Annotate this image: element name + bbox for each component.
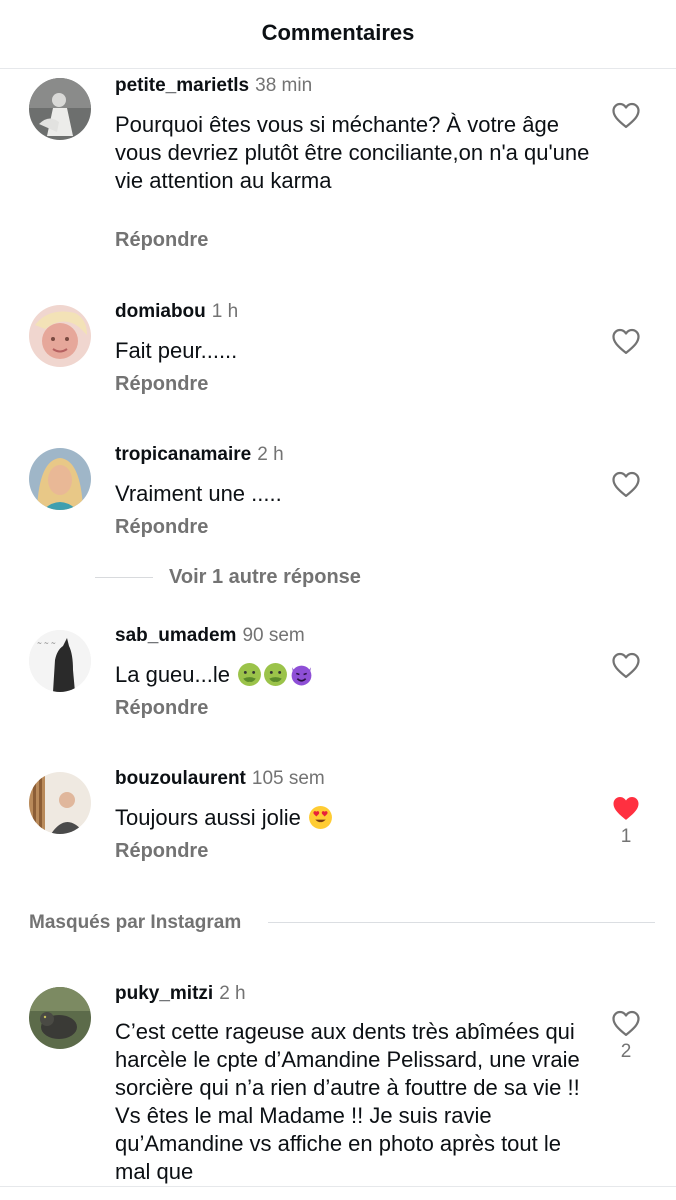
- heart-eyes-face-icon: [309, 806, 332, 829]
- like-button[interactable]: [606, 101, 646, 129]
- nauseated-face-icon: [238, 663, 262, 686]
- like-button[interactable]: 2: [606, 1009, 646, 1063]
- comment-text: C’est cette rageuse aux dents très abîmé…: [115, 1019, 580, 1184]
- heart-outline-icon: [612, 102, 640, 128]
- nauseated-face-icon: [264, 663, 288, 686]
- comment-username[interactable]: petite_marietls: [115, 75, 249, 96]
- avatar[interactable]: ~ ~ ~: [29, 630, 91, 692]
- reply-button[interactable]: Répondre: [115, 840, 208, 863]
- comment-meta: puky_mitzi 2 h: [115, 983, 246, 1005]
- avatar[interactable]: [29, 987, 91, 1049]
- divider: [268, 922, 655, 923]
- comments-sheet: Commentaires petite_marietls 38 min Pourq…: [0, 0, 676, 1200]
- comment-item: ~ ~ ~ sab_umadem 90 sem La gueu...le Répo…: [0, 625, 676, 725]
- like-button[interactable]: [606, 651, 646, 679]
- comment-time: 1 h: [211, 301, 239, 322]
- comment-text: Fait peur......: [115, 338, 238, 363]
- page-title: Commentaires: [261, 20, 415, 45]
- like-button[interactable]: [606, 470, 646, 498]
- comment-text-content: Toujours aussi jolie: [115, 805, 301, 830]
- comment-item: domiabou 1 h Fait peur...... Répondre: [0, 301, 676, 401]
- like-button[interactable]: [606, 327, 646, 355]
- comment-time: 38 min: [255, 75, 313, 96]
- reply-button[interactable]: Répondre: [115, 516, 208, 539]
- view-more-replies-label[interactable]: Voir 1 autre réponse: [169, 566, 361, 589]
- comment-text: Toujours aussi jolie: [115, 804, 590, 832]
- hidden-comments-section[interactable]: Masqués par Instagram: [29, 912, 655, 938]
- comment-username[interactable]: tropicanamaire: [115, 444, 251, 465]
- divider: [95, 577, 153, 578]
- comment-username[interactable]: bouzoulaurent: [115, 768, 246, 789]
- comment-time: 90 sem: [242, 625, 305, 646]
- comment-meta: domiabou 1 h: [115, 301, 238, 323]
- comment-meta: bouzoulaurent 105 sem: [115, 768, 325, 790]
- comment-item: petite_marietls 38 min Pourquoi êtes vous…: [0, 75, 676, 255]
- comment-item: tropicanamaire 2 h Vraiment une ..... Rép…: [0, 444, 676, 544]
- comments-header: Commentaires: [0, 0, 676, 69]
- avatar[interactable]: [29, 448, 91, 510]
- comment-meta: tropicanamaire 2 h: [115, 444, 284, 466]
- comment-meta: sab_umadem 90 sem: [115, 625, 305, 647]
- svg-text:~ ~ ~: ~ ~ ~: [37, 640, 56, 647]
- heart-outline-icon: [612, 328, 640, 354]
- comment-time: 2 h: [257, 444, 284, 465]
- comment-username[interactable]: domiabou: [115, 301, 206, 322]
- comment-text: Vraiment une .....: [115, 481, 282, 506]
- avatar[interactable]: [29, 772, 91, 834]
- comment-username[interactable]: sab_umadem: [115, 625, 236, 646]
- comment-time: 2 h: [219, 983, 246, 1004]
- heart-filled-icon: [613, 797, 639, 820]
- like-button[interactable]: 1: [606, 794, 646, 848]
- hidden-comments-label[interactable]: Masqués par Instagram: [29, 912, 241, 934]
- comment-text: La gueu...le: [115, 661, 590, 689]
- reply-button[interactable]: Répondre: [115, 373, 208, 396]
- heart-outline-icon: [612, 471, 640, 497]
- like-count: 2: [620, 1041, 632, 1062]
- heart-outline-icon: [612, 652, 640, 678]
- smiling-face-with-horns-icon: [291, 665, 312, 686]
- comment-meta: petite_marietls 38 min: [115, 75, 312, 97]
- reply-button[interactable]: Répondre: [115, 229, 208, 252]
- comment-text-content: La gueu...le: [115, 662, 230, 687]
- comment-item: bouzoulaurent 105 sem Toujours aussi joli…: [0, 768, 676, 868]
- like-count: 1: [620, 826, 632, 847]
- avatar[interactable]: [29, 305, 91, 367]
- comment-time: 105 sem: [251, 768, 325, 789]
- comment-text: Pourquoi êtes vous si méchante? À votre …: [115, 112, 590, 193]
- bottom-bar: [0, 1186, 676, 1200]
- heart-outline-icon: [612, 1010, 640, 1036]
- comment-username[interactable]: puky_mitzi: [115, 983, 213, 1004]
- comment-item: puky_mitzi 2 h C’est cette rageuse aux de…: [0, 983, 676, 1193]
- avatar[interactable]: [29, 78, 91, 140]
- reply-button[interactable]: Répondre: [115, 697, 208, 720]
